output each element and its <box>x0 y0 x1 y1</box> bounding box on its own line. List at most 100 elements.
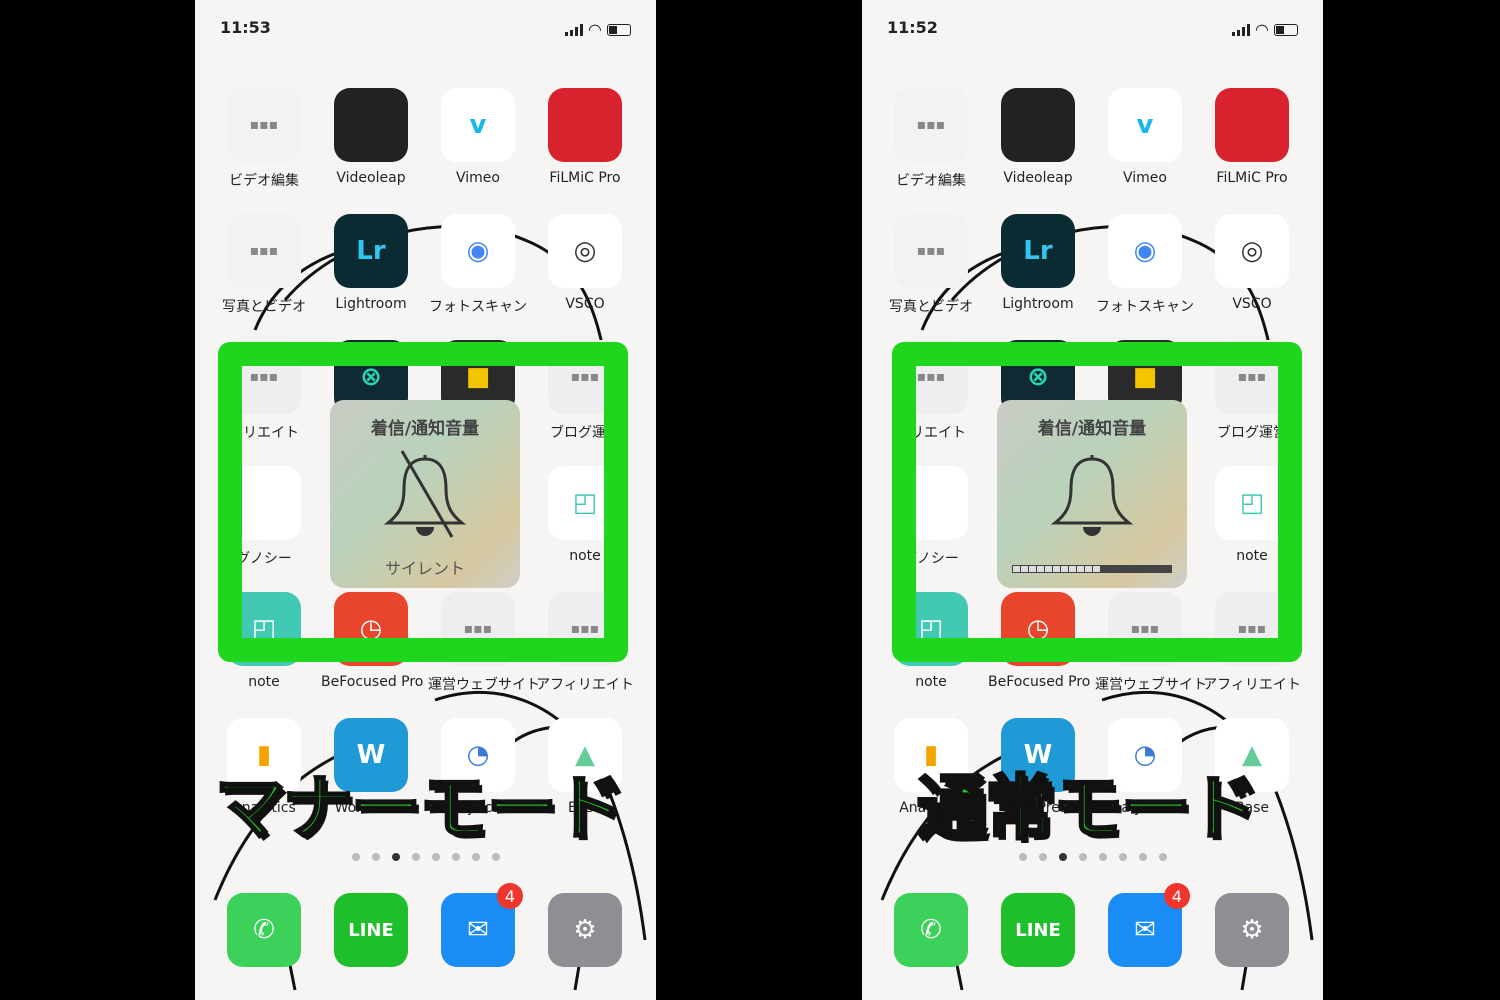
filmic-icon <box>1215 88 1289 162</box>
status-time: 11:52 <box>887 18 938 37</box>
page-dot[interactable] <box>391 853 400 861</box>
app-Lightroom[interactable]: Lr Lightroom <box>321 214 421 312</box>
app-label: フォトスキャン <box>429 299 527 315</box>
app-Lightroom[interactable]: Lr Lightroom <box>988 214 1088 312</box>
signal-icon <box>564 23 583 36</box>
page-dot[interactable] <box>411 853 420 861</box>
app-label: 写真とビデオ <box>889 299 973 315</box>
signal-icon <box>1231 23 1250 36</box>
mail-icon: ✉ 4 <box>1108 883 1190 967</box>
app-phone-icon[interactable]: ✆ <box>214 893 314 975</box>
phone-icon: ✆ <box>227 893 301 967</box>
vsco-icon: ◎ <box>548 214 622 288</box>
app-label: Vimeo <box>1123 170 1167 186</box>
app-settings-icon[interactable]: ⚙ <box>535 893 635 975</box>
page-dot[interactable] <box>371 853 380 861</box>
bell-icon <box>1050 455 1134 536</box>
page-indicator[interactable] <box>195 853 656 861</box>
app-写真とビデオ[interactable]: ▪▪▪ 写真とビデオ <box>881 214 981 316</box>
page-dot[interactable] <box>1058 853 1067 861</box>
photoscan-icon: ◉ <box>1108 214 1182 288</box>
line-icon: LINE <box>334 893 408 967</box>
folder-icon: ▪▪▪ <box>227 214 301 288</box>
app-ビデオ編集[interactable]: ▪▪▪ ビデオ編集 <box>214 88 314 190</box>
hud-title: 着信/通知音量 <box>370 419 480 439</box>
app-Vimeo[interactable]: v Vimeo <box>1095 88 1195 186</box>
phone-icon: ✆ <box>894 893 968 967</box>
battery-icon <box>1274 23 1298 36</box>
app-Vimeo[interactable]: v Vimeo <box>428 88 528 186</box>
app-label: Videoleap <box>336 170 406 186</box>
app-label: アフィリエイト <box>1203 677 1301 693</box>
app-ビデオ編集[interactable]: ▪▪▪ ビデオ編集 <box>881 88 981 190</box>
settings-icon: ⚙ <box>548 893 622 967</box>
app-mail-icon[interactable]: ✉ 4 <box>1095 883 1195 975</box>
wifi-icon: ◠ <box>1255 20 1268 39</box>
app-phone-icon[interactable]: ✆ <box>881 893 981 975</box>
app-label: FiLMiC Pro <box>1216 170 1288 186</box>
volume-hud: 着信/通知音量 <box>997 400 1187 588</box>
page-dot[interactable] <box>1138 853 1147 861</box>
bell-muted-icon <box>383 450 467 538</box>
mail-icon: ✉ 4 <box>441 883 523 967</box>
app-フォトスキャン[interactable]: ◉ フォトスキャン <box>428 214 528 316</box>
app-label: フォトスキャン <box>1096 299 1194 315</box>
app-フォトスキャン[interactable]: ◉ フォトスキャン <box>1095 214 1195 316</box>
videoleap-icon <box>1001 88 1075 162</box>
app-line-icon[interactable]: LINE <box>988 893 1088 975</box>
app-label: VSCO <box>1232 296 1272 312</box>
line-icon: LINE <box>1001 893 1075 967</box>
page-dot[interactable] <box>1038 853 1047 861</box>
page-dot[interactable] <box>1118 853 1127 861</box>
photoscan-icon: ◉ <box>441 214 515 288</box>
volume-level-bar <box>1012 565 1172 573</box>
page-dot[interactable] <box>1098 853 1107 861</box>
page-dot[interactable] <box>351 853 360 861</box>
page-dot[interactable] <box>1018 853 1027 861</box>
hud-state: サイレント <box>384 559 465 578</box>
app-label: BeFocused Pro <box>321 674 424 690</box>
app-label: Videoleap <box>1003 170 1073 186</box>
app-label: note <box>248 674 280 690</box>
app-FiLMiC Pro[interactable]: FiLMiC Pro <box>535 88 635 186</box>
wifi-icon: ◠ <box>588 20 601 39</box>
settings-icon: ⚙ <box>1215 893 1289 967</box>
status-bar: 11:52 ◠ <box>887 18 1298 40</box>
app-label: VSCO <box>565 296 605 312</box>
vimeo-icon: v <box>1108 88 1182 162</box>
volume-hud: 着信/通知音量 サイレント <box>330 400 520 588</box>
page-indicator[interactable] <box>862 853 1323 861</box>
filmic-icon <box>548 88 622 162</box>
app-写真とビデオ[interactable]: ▪▪▪ 写真とビデオ <box>214 214 314 316</box>
folder-icon: ▪▪▪ <box>227 88 301 162</box>
vimeo-icon: v <box>441 88 515 162</box>
page-dot[interactable] <box>1158 853 1167 861</box>
phone-screen-normal: 11:52 ◠ ▪▪▪ ビデオ編集 Videoleap v Vimeo FiLMiC Pro ▪… <box>862 0 1323 1000</box>
app-label: Lightroom <box>335 296 407 312</box>
app-FiLMiC Pro[interactable]: FiLMiC Pro <box>1202 88 1302 186</box>
app-label: FiLMiC Pro <box>549 170 621 186</box>
app-VSCO[interactable]: ◎ VSCO <box>1202 214 1302 312</box>
app-label: BeFocused Pro <box>988 674 1091 690</box>
page-dot[interactable] <box>431 853 440 861</box>
app-Videoleap[interactable]: Videoleap <box>988 88 1088 186</box>
status-bar: 11:53 ◠ <box>220 18 631 40</box>
folder-icon: ▪▪▪ <box>894 88 968 162</box>
page-dot[interactable] <box>491 853 500 861</box>
app-mail-icon[interactable]: ✉ 4 <box>428 883 528 975</box>
app-settings-icon[interactable]: ⚙ <box>1202 893 1302 975</box>
notification-badge: 4 <box>1164 883 1190 909</box>
mode-caption: 通常モード <box>916 766 1261 851</box>
app-label: Vimeo <box>456 170 500 186</box>
app-VSCO[interactable]: ◎ VSCO <box>535 214 635 312</box>
status-icons: ◠ <box>1231 20 1298 39</box>
page-dot[interactable] <box>451 853 460 861</box>
page-dot[interactable] <box>1078 853 1087 861</box>
page-dot[interactable] <box>471 853 480 861</box>
app-line-icon[interactable]: LINE <box>321 893 421 975</box>
app-Videoleap[interactable]: Videoleap <box>321 88 421 186</box>
app-label: ビデオ編集 <box>896 173 966 189</box>
app-label: Lightroom <box>1002 296 1074 312</box>
app-label: note <box>915 674 947 690</box>
phone-screen-silent: 11:53 ◠ ▪▪▪ ビデオ編集 Videoleap v Vimeo FiLMiC Pro ▪… <box>195 0 656 1000</box>
